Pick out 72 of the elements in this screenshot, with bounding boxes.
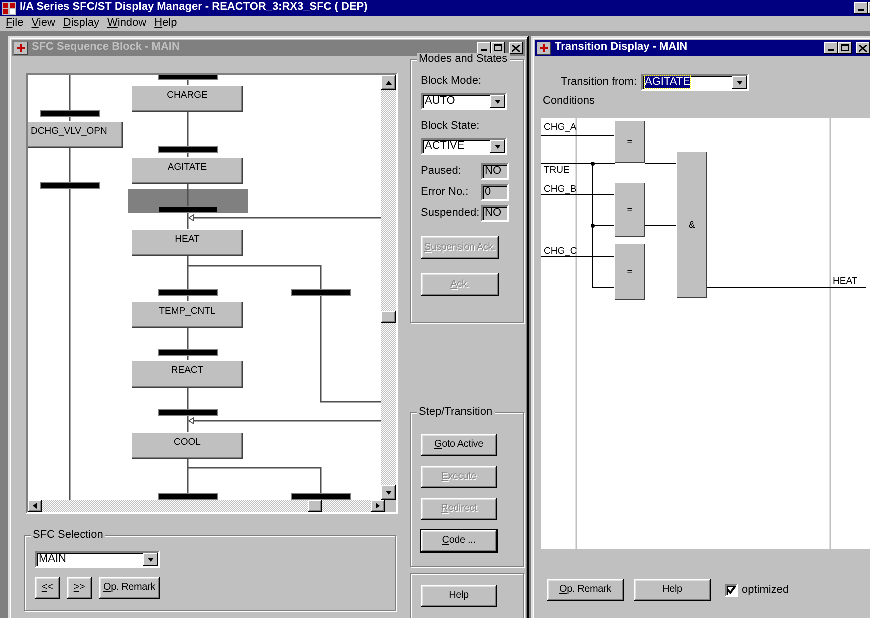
action-button[interactable]: Code ... <box>421 530 497 552</box>
window-title-bar: Transition Display - MAIN <box>535 40 870 56</box>
sfc-step: AGITATE <box>132 158 244 184</box>
junction-dot <box>591 224 595 228</box>
field-label: Suspended: <box>421 207 480 220</box>
caret-icon <box>148 558 154 562</box>
window-icon <box>537 42 551 54</box>
logic-gate: = <box>614 182 646 238</box>
minimize-button[interactable] <box>854 2 868 14</box>
field-label: Block Mode: <box>421 75 483 88</box>
scroll-thumb[interactable] <box>381 311 396 323</box>
readonly-field: NO <box>481 163 509 180</box>
help-button[interactable]: Help <box>421 585 497 607</box>
menu-item[interactable]: Display <box>59 16 104 30</box>
optimized-checkbox[interactable]: optimized <box>725 584 790 597</box>
app-title-bar: I/A Series SFC/ST Display Manager - REACTOR_3:RX3_SFC ( DEP) <box>0 0 870 16</box>
check-icon <box>727 586 736 595</box>
op-remark-button[interactable]: Op. Remark <box>547 579 624 602</box>
scroll-left-icon <box>33 503 37 509</box>
scroll-up-icon <box>386 80 392 84</box>
close-button[interactable] <box>856 42 870 54</box>
readonly-field: 0 <box>481 184 509 202</box>
field-label: Paused: <box>421 165 462 178</box>
sfc-step: DCHG_VLV_OPN <box>28 122 124 148</box>
maximize-button[interactable] <box>838 42 852 54</box>
minimize-button[interactable] <box>824 42 838 54</box>
input-label: CHG_C <box>544 246 578 258</box>
readonly-field: NO <box>481 205 509 222</box>
scroll-thumb[interactable] <box>308 500 322 512</box>
input-label: TRUE <box>544 165 570 176</box>
action-button[interactable]: Goto Active <box>421 434 497 456</box>
junction-dot <box>591 162 595 166</box>
sfc-dropdown[interactable]: MAIN <box>35 551 160 568</box>
maximize-button[interactable] <box>491 42 505 54</box>
sfc-step: REACT <box>132 360 244 388</box>
output-label: HEAT <box>833 276 858 288</box>
menu-item[interactable]: Window <box>103 16 151 30</box>
window-icon <box>14 42 28 54</box>
sfc-step: CHARGE <box>132 86 244 112</box>
sfc-step: HEAT <box>132 230 244 256</box>
vertical-scrollbar[interactable] <box>381 75 396 500</box>
caret-icon <box>494 144 500 149</box>
menu-item[interactable]: Help <box>150 16 182 30</box>
input-label: CHG_A <box>544 122 577 134</box>
op-remark-button[interactable]: Op. Remark <box>99 577 160 599</box>
scroll-right-icon <box>376 503 380 509</box>
logic-gate: = <box>614 120 646 164</box>
transition-dropdown[interactable]: AGITATE <box>641 74 750 91</box>
block-mode-dropdown[interactable]: AUTO <box>421 93 507 110</box>
block-state-dropdown[interactable]: ACTIVE <box>421 138 507 156</box>
section-label: Conditions <box>543 95 595 108</box>
field-label: Block State: <box>421 120 481 134</box>
field-label: Error No.: <box>421 186 469 200</box>
scroll-down-icon <box>386 490 392 494</box>
app-icon <box>2 2 16 14</box>
logic-gate: = <box>614 244 646 301</box>
logic-gate: & <box>676 152 708 299</box>
sfc-step: TEMP_CNTL <box>132 302 244 328</box>
caret-icon <box>494 100 500 104</box>
menu-item[interactable]: View <box>28 16 60 30</box>
previous-button[interactable]: << <box>35 577 60 599</box>
field-label: Transition from: <box>561 76 638 90</box>
help-button[interactable]: Help <box>634 579 711 602</box>
caret-icon <box>736 80 743 84</box>
input-label: CHG_B <box>544 184 577 196</box>
sfc-step: COOL <box>132 432 244 460</box>
close-button[interactable] <box>509 42 523 54</box>
menu-item[interactable]: File <box>2 16 28 30</box>
minimize-button[interactable] <box>477 42 491 54</box>
next-button[interactable]: >> <box>67 577 92 599</box>
horizontal-scrollbar[interactable] <box>28 500 385 512</box>
group-label: Step/Transition <box>417 406 495 420</box>
